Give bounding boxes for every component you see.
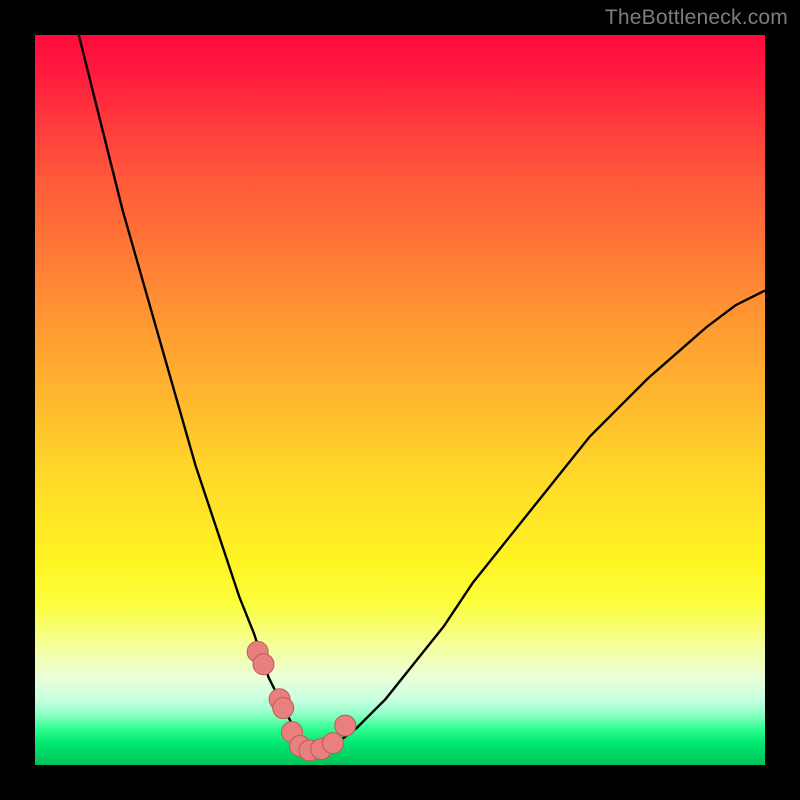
marker-point — [253, 654, 274, 675]
chart-svg — [35, 35, 765, 765]
chart-frame: TheBottleneck.com — [0, 0, 800, 800]
marker-point — [273, 698, 294, 719]
plot-area — [35, 35, 765, 765]
watermark-text: TheBottleneck.com — [605, 6, 788, 30]
marker-point — [322, 733, 343, 754]
marker-point — [335, 715, 356, 736]
bottleneck-curve-line — [79, 35, 765, 750]
highlight-markers — [247, 641, 356, 761]
